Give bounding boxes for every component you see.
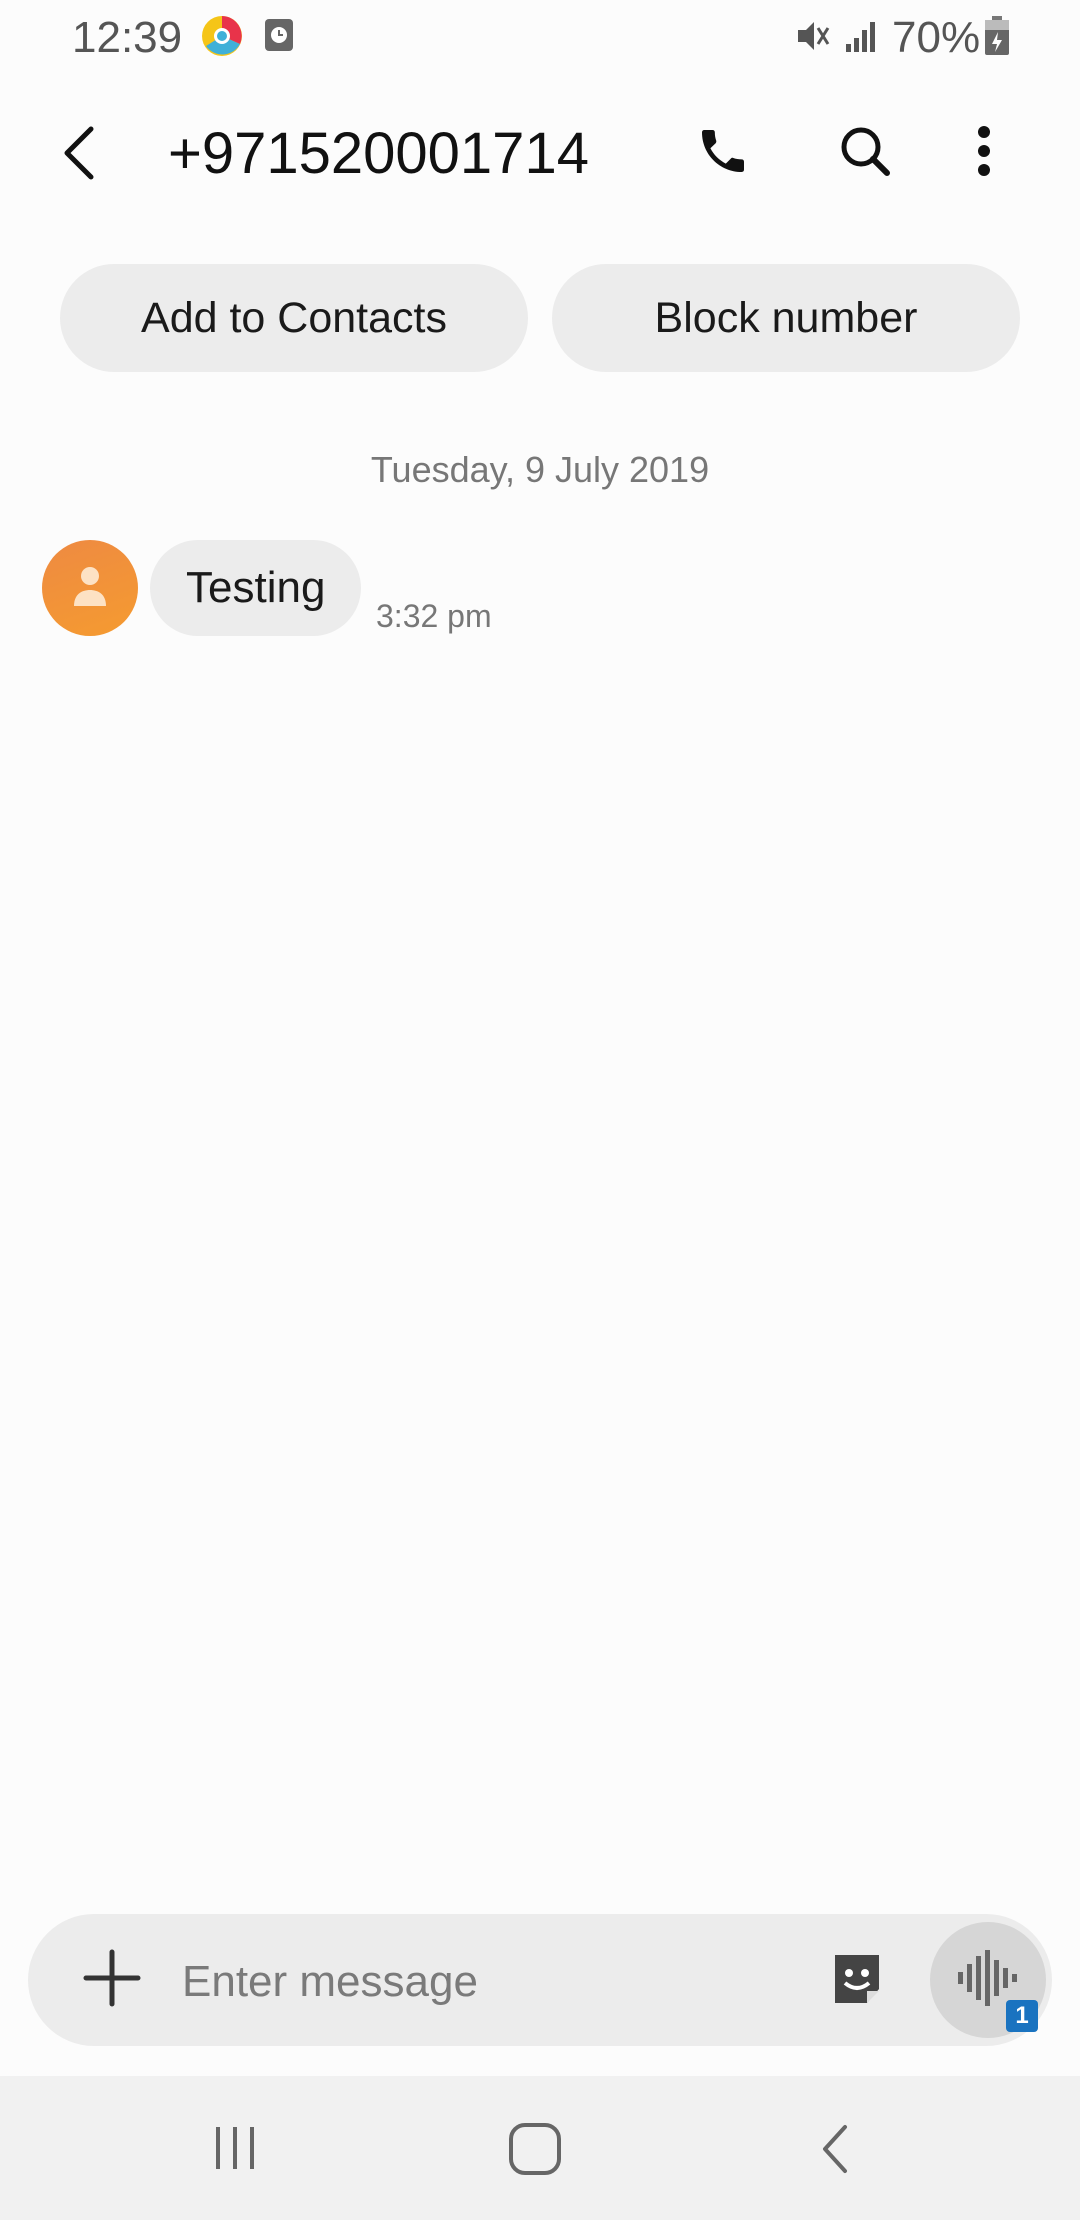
sim-badge: 1 <box>1006 2000 1038 2032</box>
back-button[interactable] <box>44 115 114 195</box>
battery-percent: 70% <box>892 13 981 62</box>
status-time: 12:39 <box>72 13 183 62</box>
back-arrow-icon <box>59 123 99 188</box>
search-icon <box>837 123 893 184</box>
search-button[interactable] <box>830 118 900 188</box>
signal-icon <box>844 18 880 54</box>
recents-icon <box>210 2123 260 2178</box>
message-bubble[interactable]: Testing <box>150 540 362 636</box>
message-text: Testing <box>186 563 326 612</box>
call-button[interactable] <box>688 118 758 188</box>
add-to-contacts-button[interactable]: Add to Contacts <box>60 264 528 372</box>
person-icon <box>70 564 110 613</box>
message-input[interactable] <box>180 1944 784 2020</box>
plus-icon <box>82 1948 142 2013</box>
contact-title: +971520001714 <box>168 121 589 186</box>
system-back-icon <box>815 2121 855 2182</box>
phone-icon <box>695 123 751 184</box>
block-number-button[interactable]: Block number <box>552 264 1020 372</box>
more-vertical-icon <box>976 124 992 183</box>
sticker-icon <box>827 1949 887 2014</box>
sticker-button[interactable] <box>822 1946 892 2016</box>
message-time: 3:32 pm <box>376 598 492 634</box>
home-icon <box>507 2121 563 2182</box>
system-back-button[interactable] <box>800 2116 870 2186</box>
clock-notification-icon <box>264 18 294 52</box>
home-button[interactable] <box>500 2116 570 2186</box>
battery-charging-icon <box>984 16 1010 56</box>
recent-apps-button[interactable] <box>200 2120 270 2180</box>
mute-icon <box>792 16 832 56</box>
date-separator: Tuesday, 9 July 2019 <box>370 449 710 490</box>
more-options-button[interactable] <box>960 118 1008 188</box>
avatar[interactable] <box>42 540 138 636</box>
attach-button[interactable] <box>72 1940 152 2020</box>
chrome-like-app-icon <box>200 14 244 58</box>
